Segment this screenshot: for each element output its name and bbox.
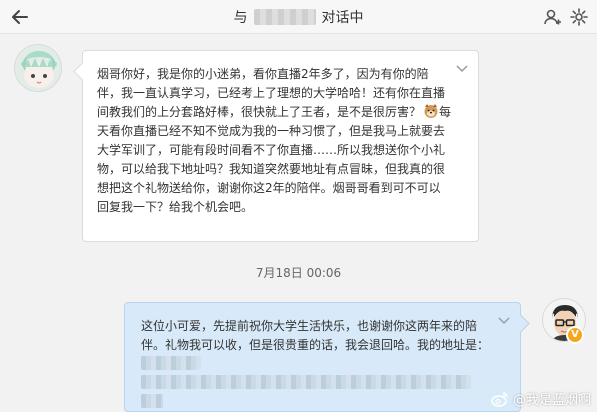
- weibo-logo-icon: [491, 391, 508, 407]
- verified-badge: V: [566, 326, 584, 344]
- message-text-part2: 每天看你直播已经不知不觉成为我的一种习惯了，但是我马上就要去大学军训了，可能有段…: [97, 105, 452, 214]
- blurred-username: [253, 9, 316, 25]
- received-message-bubble[interactable]: 烟哥你好，我是你的小迷弟，看你直播2年多了，因为有你的陪伴，我一直认真学习，已经…: [82, 50, 479, 242]
- chat-title: 与 对话中: [0, 0, 597, 34]
- blurred-address: [141, 356, 201, 370]
- title-suffix: 对话中: [321, 10, 364, 26]
- timestamp-row: 7月18日 00:06: [0, 262, 597, 281]
- timestamp: 7月18日 00:06: [255, 266, 342, 280]
- sent-message-bubble[interactable]: 这位小可爱，先提前祝你大学生活快乐，也谢谢你这两年来的陪伴。礼物我可以收，但是很…: [124, 302, 521, 412]
- blurred-address: [141, 394, 163, 408]
- message-text-part1: 烟哥你好，我是你的小迷弟，看你直播2年多了，因为有你的陪伴，我一直认真学习，已经…: [97, 67, 446, 119]
- cartoon-face-avatar: [15, 45, 61, 91]
- user-add-icon[interactable]: [543, 7, 563, 27]
- dog-emoji-icon: [424, 104, 438, 118]
- gear-icon[interactable]: [569, 7, 589, 27]
- sender-avatar[interactable]: [14, 44, 62, 92]
- chevron-down-icon[interactable]: [498, 317, 510, 325]
- chevron-down-icon[interactable]: [456, 65, 468, 73]
- watermark-text: @我是蓝烟啊: [512, 393, 591, 408]
- blurred-address: [141, 375, 471, 389]
- watermark: @我是蓝烟啊: [491, 389, 591, 408]
- chat-header: 与 对话中: [0, 0, 597, 34]
- message-text: 这位小可爱，先提前祝你大学生活快乐，也谢谢你这两年来的陪伴。礼物我可以收，但是很…: [141, 319, 490, 352]
- title-prefix: 与: [233, 10, 248, 26]
